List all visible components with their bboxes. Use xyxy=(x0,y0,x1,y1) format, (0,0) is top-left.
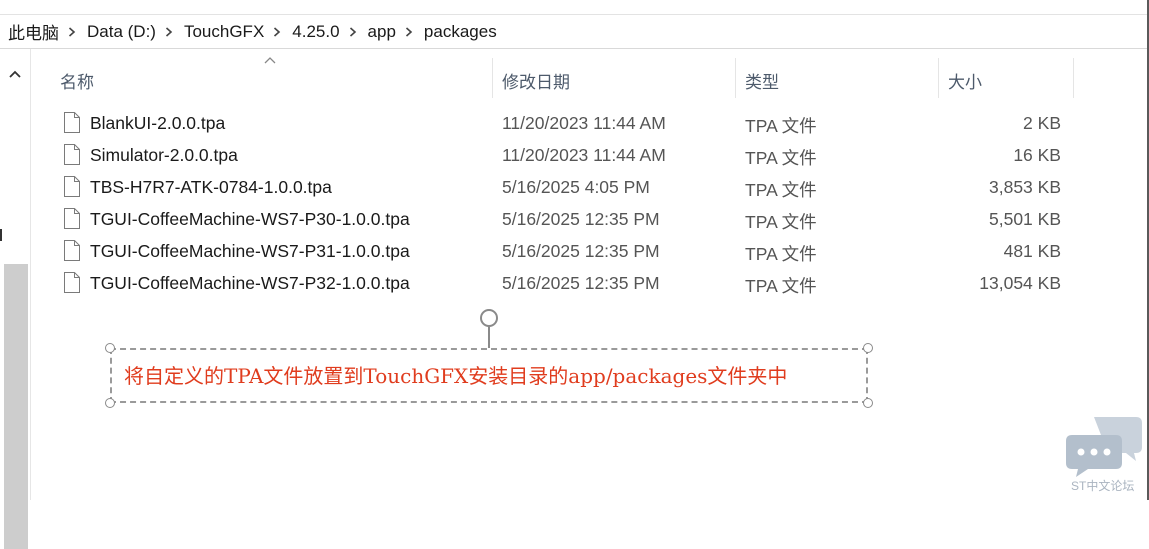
file-row[interactable]: TGUI-CoffeeMachine-WS7-P31-1.0.0.tpa 5/1… xyxy=(50,235,1080,267)
file-type: TPA 文件 xyxy=(745,148,817,168)
file-name[interactable]: BlankUI-2.0.0.tpa xyxy=(90,113,225,134)
column-header-size[interactable]: 大小 xyxy=(948,62,982,98)
breadcrumb-app[interactable]: app xyxy=(360,22,402,42)
resize-handle[interactable] xyxy=(863,398,873,408)
column-divider[interactable] xyxy=(938,58,939,98)
rotate-handle-stem xyxy=(488,326,490,348)
file-date: 5/16/2025 4:05 PM xyxy=(502,177,650,197)
file-date: 11/20/2023 11:44 AM xyxy=(502,145,666,165)
file-name[interactable]: Simulator-2.0.0.tpa xyxy=(90,145,238,166)
resize-handle[interactable] xyxy=(863,343,873,353)
scroll-up-icon[interactable] xyxy=(5,64,25,84)
file-explorer-window: 此电脑 Data (D:) TouchGFX 4.25.0 app packag… xyxy=(0,0,1149,549)
file-row[interactable]: TGUI-CoffeeMachine-WS7-P30-1.0.0.tpa 5/1… xyxy=(50,203,1080,235)
chevron-right-icon[interactable] xyxy=(162,22,176,42)
resize-handle[interactable] xyxy=(105,343,115,353)
file-type: TPA 文件 xyxy=(745,180,817,200)
file-icon xyxy=(64,208,80,229)
breadcrumb-data-drive[interactable]: Data (D:) xyxy=(79,22,162,42)
column-divider[interactable] xyxy=(735,58,736,98)
annotation-text: 将自定义的TPA文件放置到TouchGFX安装目录的app/packages文件… xyxy=(124,364,788,388)
scrollbar-thumb[interactable] xyxy=(4,264,28,549)
file-row[interactable]: TBS-H7R7-ATK-0784-1.0.0.tpa 5/16/2025 4:… xyxy=(50,171,1080,203)
chevron-right-icon[interactable] xyxy=(65,22,79,42)
file-icon xyxy=(64,272,80,293)
file-date: 5/16/2025 12:35 PM xyxy=(502,209,660,229)
file-type: TPA 文件 xyxy=(745,276,817,296)
file-size: 3,853 KB xyxy=(989,177,1061,197)
watermark-text: ST中文论坛 xyxy=(1071,479,1135,493)
chevron-right-icon[interactable] xyxy=(270,22,284,42)
file-icon xyxy=(64,112,80,133)
resize-handle[interactable] xyxy=(105,398,115,408)
breadcrumb-packages[interactable]: packages xyxy=(416,22,503,42)
file-row[interactable]: BlankUI-2.0.0.tpa 11/20/2023 11:44 AM TP… xyxy=(50,107,1080,139)
file-type: TPA 文件 xyxy=(745,212,817,232)
column-header-name[interactable]: 名称 xyxy=(60,62,94,98)
breadcrumb-this-pc[interactable]: 此电脑 xyxy=(0,19,65,44)
nav-item-marker xyxy=(0,229,2,241)
file-size: 13,054 KB xyxy=(979,273,1061,293)
file-date: 11/20/2023 11:44 AM xyxy=(502,113,666,133)
rotate-handle[interactable] xyxy=(480,309,498,327)
annotation-callout[interactable]: 将自定义的TPA文件放置到TouchGFX安装目录的app/packages文件… xyxy=(110,348,868,403)
file-row[interactable]: TGUI-CoffeeMachine-WS7-P32-1.0.0.tpa 5/1… xyxy=(50,267,1080,299)
file-date: 5/16/2025 12:35 PM xyxy=(502,241,660,261)
breadcrumb-version[interactable]: 4.25.0 xyxy=(284,22,345,42)
chevron-right-icon[interactable] xyxy=(346,22,360,42)
file-icon xyxy=(64,176,80,197)
file-name[interactable]: TBS-H7R7-ATK-0784-1.0.0.tpa xyxy=(90,177,332,198)
file-size: 481 KB xyxy=(1003,241,1061,261)
file-size: 2 KB xyxy=(1023,113,1061,133)
file-type: TPA 文件 xyxy=(745,244,817,264)
address-bar[interactable]: 此电脑 Data (D:) TouchGFX 4.25.0 app packag… xyxy=(0,15,1147,49)
file-icon xyxy=(64,240,80,261)
file-date: 5/16/2025 12:35 PM xyxy=(502,273,660,293)
file-row[interactable]: Simulator-2.0.0.tpa 11/20/2023 11:44 AM … xyxy=(50,139,1080,171)
breadcrumb-touchgfx[interactable]: TouchGFX xyxy=(176,22,270,42)
navigation-pane[interactable] xyxy=(0,49,31,549)
file-size: 5,501 KB xyxy=(989,209,1061,229)
sort-ascending-icon xyxy=(264,57,276,64)
file-name[interactable]: TGUI-CoffeeMachine-WS7-P31-1.0.0.tpa xyxy=(90,241,410,262)
title-strip xyxy=(0,0,1147,15)
file-type: TPA 文件 xyxy=(745,116,817,136)
file-icon xyxy=(64,144,80,165)
column-header-type[interactable]: 类型 xyxy=(745,62,779,98)
file-name[interactable]: TGUI-CoffeeMachine-WS7-P30-1.0.0.tpa xyxy=(90,209,410,230)
column-divider[interactable] xyxy=(1073,58,1074,98)
file-size: 16 KB xyxy=(1013,145,1061,165)
file-name[interactable]: TGUI-CoffeeMachine-WS7-P32-1.0.0.tpa xyxy=(90,273,410,294)
column-header-date[interactable]: 修改日期 xyxy=(502,62,570,98)
chevron-right-icon[interactable] xyxy=(402,22,416,42)
column-divider[interactable] xyxy=(492,58,493,98)
